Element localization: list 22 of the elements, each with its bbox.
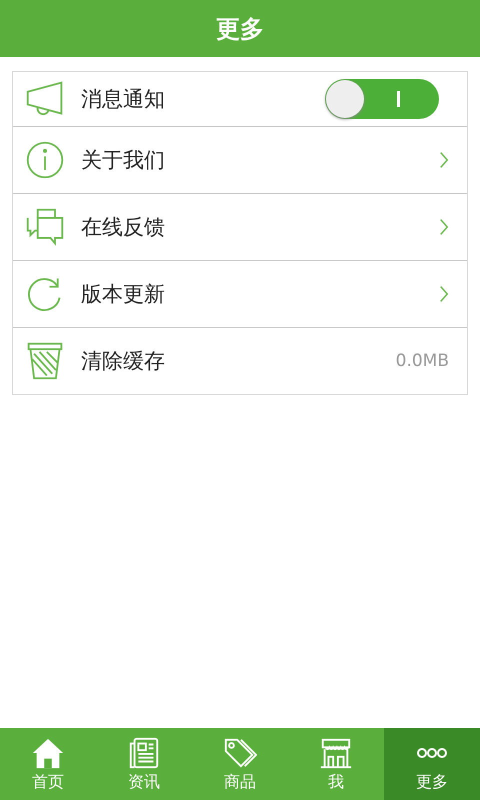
setting-label: 版本更新 xyxy=(81,281,166,308)
notification-switch[interactable] xyxy=(325,79,439,119)
newspaper-icon xyxy=(127,736,161,770)
setting-label: 在线反馈 xyxy=(81,214,166,241)
chevron-right-icon xyxy=(439,151,449,169)
info-icon xyxy=(25,140,65,180)
settings-row[interactable]: 关于我们 xyxy=(13,126,467,193)
chevron-right-icon xyxy=(439,218,449,236)
settings-row[interactable]: 版本更新 xyxy=(13,260,467,327)
more-dots-icon xyxy=(416,746,448,758)
page-title: 更多 xyxy=(216,12,264,44)
chat-bubbles-icon xyxy=(25,207,65,247)
settings-row[interactable]: 清除缓存 0.0MB xyxy=(13,327,467,394)
trash-bin-icon xyxy=(25,341,65,381)
cache-size: 0.0MB xyxy=(396,351,449,371)
settings-row[interactable]: 在线反馈 xyxy=(13,193,467,260)
setting-label: 清除缓存 xyxy=(81,348,166,375)
chevron-right-icon xyxy=(439,285,449,303)
tab[interactable]: 更多 xyxy=(384,728,480,800)
settings-row[interactable]: 消息通知 xyxy=(13,72,467,126)
setting-label: 消息通知 xyxy=(81,86,166,113)
setting-label: 关于我们 xyxy=(81,147,166,174)
